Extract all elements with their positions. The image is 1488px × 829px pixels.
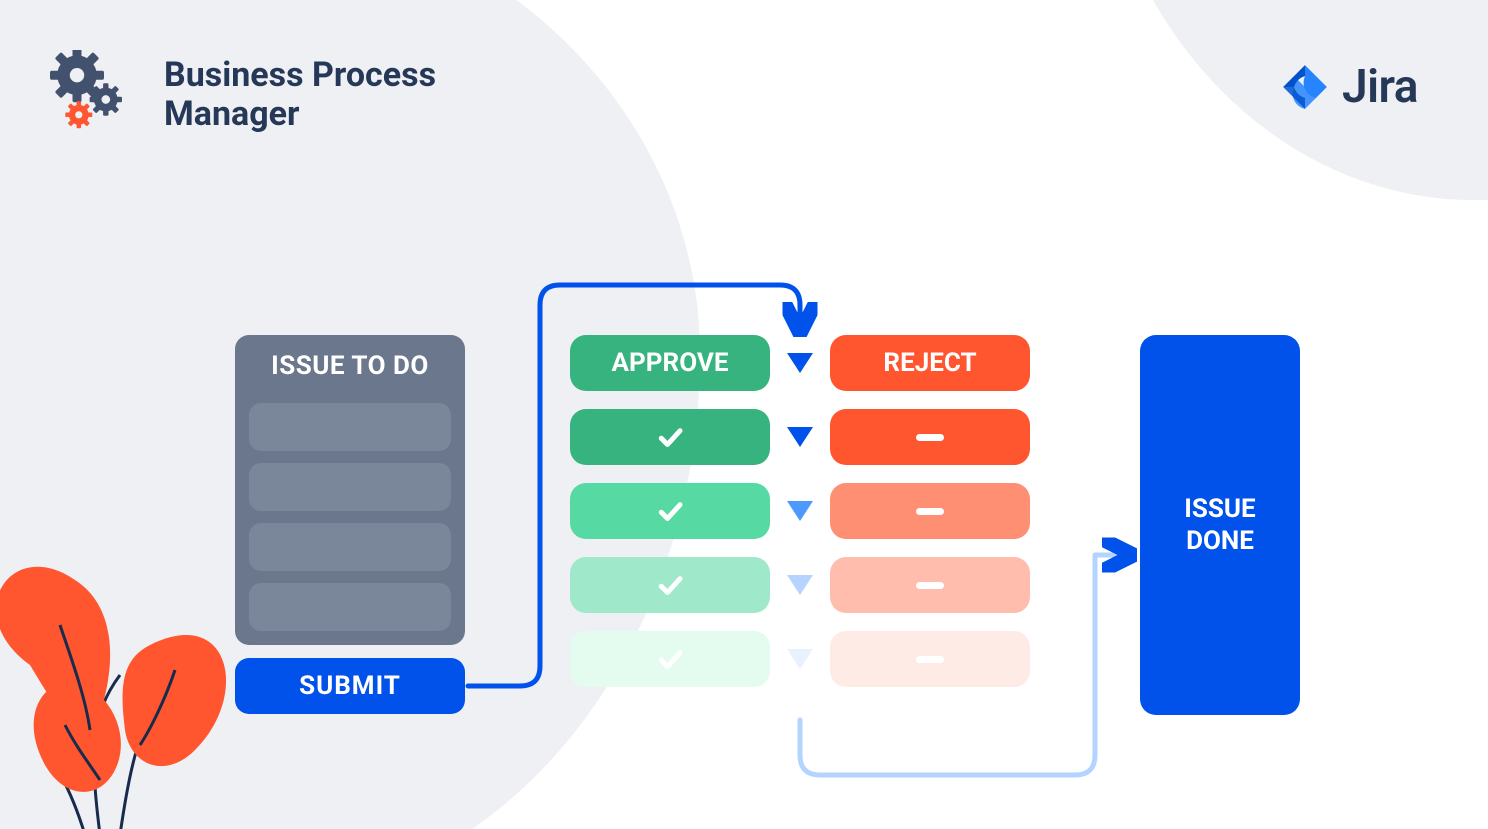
- check-icon: [655, 644, 685, 674]
- app-title-line1: Business Process: [164, 56, 436, 95]
- jira-icon: [1280, 62, 1330, 112]
- issue-done-panel: ISSUE DONE: [1140, 335, 1300, 715]
- issue-todo-label: ISSUE TO DO: [249, 349, 451, 391]
- triangle-down-icon: [785, 425, 815, 449]
- submit-button[interactable]: SUBMIT: [235, 658, 465, 714]
- reject-step[interactable]: [830, 409, 1030, 465]
- reject-step[interactable]: [830, 631, 1030, 687]
- approve-column: APPROVE: [570, 335, 770, 705]
- triangle-down-icon: [785, 647, 815, 671]
- check-icon: [655, 570, 685, 600]
- app-title: Business Process Manager: [164, 56, 436, 134]
- triangle-down-icon: [785, 573, 815, 597]
- check-icon: [655, 422, 685, 452]
- jira-logo: Jira: [1280, 60, 1418, 114]
- approve-step[interactable]: [570, 631, 770, 687]
- approve-step[interactable]: [570, 483, 770, 539]
- reject-column: REJECT: [830, 335, 1030, 705]
- approve-step[interactable]: [570, 557, 770, 613]
- approve-header[interactable]: APPROVE: [570, 335, 770, 391]
- separator-column: [780, 335, 820, 705]
- issue-todo-panel: ISSUE TO DO: [235, 335, 465, 645]
- todo-placeholder: [249, 583, 451, 631]
- submit-label: SUBMIT: [299, 671, 401, 701]
- dash-icon: [916, 656, 944, 663]
- todo-placeholder: [249, 463, 451, 511]
- reject-header[interactable]: REJECT: [830, 335, 1030, 391]
- dash-icon: [916, 434, 944, 441]
- plant-illustration: [0, 555, 250, 829]
- todo-placeholder: [249, 403, 451, 451]
- approve-step[interactable]: [570, 409, 770, 465]
- dash-icon: [916, 582, 944, 589]
- reject-step[interactable]: [830, 483, 1030, 539]
- jira-logo-text: Jira: [1342, 60, 1418, 114]
- triangle-down-icon: [785, 351, 815, 375]
- app-title-line2: Manager: [164, 95, 436, 134]
- todo-placeholder: [249, 523, 451, 571]
- dash-icon: [916, 508, 944, 515]
- gears-icon: [50, 50, 140, 140]
- app-header: Business Process Manager: [50, 50, 436, 140]
- issue-done-label-1: ISSUE: [1184, 493, 1255, 526]
- reject-step[interactable]: [830, 557, 1030, 613]
- triangle-down-icon: [785, 499, 815, 523]
- check-icon: [655, 496, 685, 526]
- issue-done-label-2: DONE: [1184, 525, 1255, 558]
